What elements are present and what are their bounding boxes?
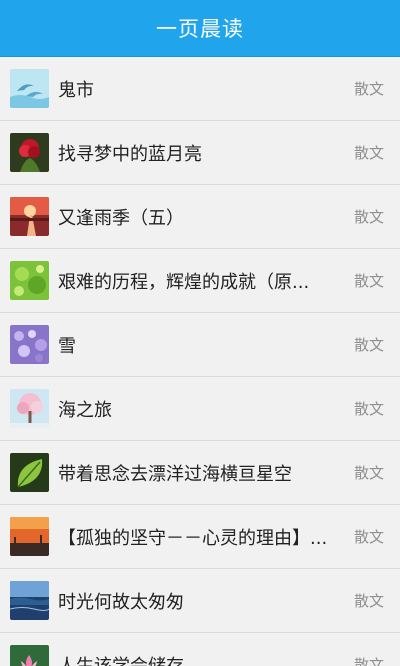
article-title: 雪 <box>58 335 76 357</box>
list-item[interactable]: 时光何故太匆匆 散文 <box>0 569 400 633</box>
article-category: 散文 <box>353 464 384 482</box>
list-item[interactable]: 带着思念去漂洋过海横亘星空 散文 <box>0 441 400 505</box>
pink-tree-thumbnail <box>10 389 49 428</box>
lotus-thumbnail <box>10 645 49 666</box>
list-item[interactable]: 海之旅 散文 <box>0 377 400 441</box>
article-list[interactable]: 鬼市 散文 找寻梦中的蓝月亮 散文 又逢雨季（五） 散文 艰难的历程，辉煌的成就… <box>0 57 400 666</box>
list-item[interactable]: 雪 散文 <box>0 313 400 377</box>
article-category: 散文 <box>353 272 384 290</box>
article-title: 艰难的历程，辉煌的成就（原... <box>58 271 310 293</box>
article-title: 人生该学会储存 <box>58 655 184 666</box>
list-item[interactable]: 又逢雨季（五） 散文 <box>0 185 400 249</box>
article-category: 散文 <box>353 144 384 162</box>
list-item[interactable]: 鬼市 散文 <box>0 57 400 121</box>
article-category: 散文 <box>353 528 384 546</box>
list-item[interactable]: 人生该学会储存 散文 <box>0 633 400 666</box>
list-item[interactable]: 【孤独的坚守－－心灵的理由】... 散文 <box>0 505 400 569</box>
purple-flowers-thumbnail <box>10 325 49 364</box>
article-title: 找寻梦中的蓝月亮 <box>58 143 202 165</box>
list-item[interactable]: 艰难的历程，辉煌的成就（原... 散文 <box>0 249 400 313</box>
app-title: 一页晨读 <box>156 17 244 41</box>
article-category: 散文 <box>353 400 384 418</box>
article-title: 海之旅 <box>58 399 112 421</box>
article-category: 散文 <box>353 656 384 666</box>
article-category: 散文 <box>353 208 384 226</box>
blue-sea-thumbnail <box>10 581 49 620</box>
article-title: 鬼市 <box>58 79 94 101</box>
article-title: 时光何故太匆匆 <box>58 591 184 613</box>
green-leaf-thumbnail <box>10 453 49 492</box>
article-category: 散文 <box>353 592 384 610</box>
article-category: 散文 <box>353 80 384 98</box>
list-item[interactable]: 找寻梦中的蓝月亮 散文 <box>0 121 400 185</box>
orange-dusk-thumbnail <box>10 517 49 556</box>
dolphin-thumbnail <box>10 69 49 108</box>
article-category: 散文 <box>353 336 384 354</box>
article-title: 又逢雨季（五） <box>58 207 184 229</box>
red-flower-thumbnail <box>10 133 49 172</box>
article-title: 带着思念去漂洋过海横亘星空 <box>58 463 292 485</box>
article-title: 【孤独的坚守－－心灵的理由】... <box>58 527 328 549</box>
sunset-road-thumbnail <box>10 197 49 236</box>
app-header: 一页晨读 <box>0 0 400 57</box>
green-leaves-thumbnail <box>10 261 49 300</box>
